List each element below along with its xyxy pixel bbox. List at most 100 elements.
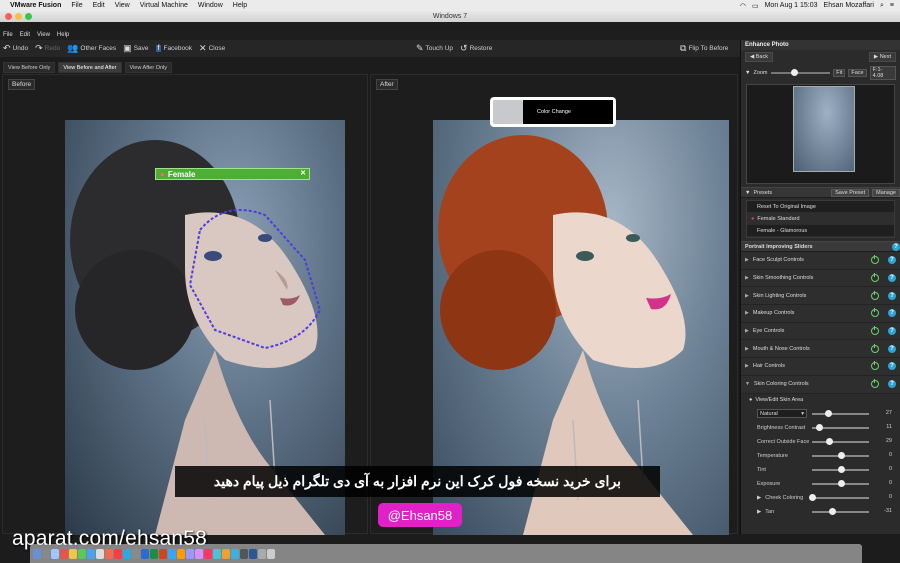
restore-button[interactable]: ↺ Restore [460, 43, 492, 54]
help-icon[interactable]: ? [888, 362, 896, 371]
settings-icon[interactable] [132, 548, 140, 559]
app-menu-view[interactable]: View [37, 32, 50, 38]
premiere-icon[interactable] [186, 548, 194, 559]
chrome-icon[interactable] [60, 548, 68, 559]
zoom-window-icon[interactable] [25, 13, 32, 20]
clock[interactable]: Mon Aug 1 15:03 [765, 2, 818, 9]
collapse-icon[interactable]: ▼ [745, 70, 750, 76]
menu-edit[interactable]: Edit [93, 2, 105, 9]
help-icon[interactable]: ? [888, 344, 896, 353]
slider-track[interactable] [812, 440, 869, 443]
flip-to-before-button[interactable]: ⧉ Flip To Before [680, 43, 728, 54]
vlc-icon[interactable] [222, 548, 230, 559]
terminal-icon[interactable] [240, 548, 248, 559]
music-icon[interactable] [114, 548, 122, 559]
collapse-icon[interactable]: ▼ [745, 190, 750, 196]
menu-file[interactable]: File [71, 2, 82, 9]
zoom-slider-knob[interactable] [790, 69, 798, 76]
messages-icon[interactable] [78, 548, 86, 559]
help-icon[interactable]: ? [888, 327, 896, 336]
photos-icon[interactable] [105, 548, 113, 559]
slider-knob[interactable] [815, 423, 823, 431]
control-row[interactable]: ▶ Skin Lighting Controls? [741, 287, 900, 306]
slider-track[interactable] [812, 510, 869, 513]
power-icon[interactable] [871, 326, 879, 336]
slider-knob[interactable] [837, 479, 845, 487]
powerpoint-icon[interactable] [159, 548, 167, 559]
fit-button[interactable]: Fit [833, 69, 846, 77]
minimize-window-icon[interactable] [15, 13, 22, 20]
launchpad-icon[interactable] [42, 548, 50, 559]
photoshop-icon[interactable] [168, 548, 176, 559]
skin-mode-select[interactable]: Natural ▾ [757, 409, 807, 418]
illustrator-icon[interactable] [177, 548, 185, 559]
redo-button[interactable]: ↷ Redo [35, 43, 60, 54]
next-button[interactable]: ▶ Next [868, 52, 896, 62]
face-button[interactable]: Face [848, 69, 867, 77]
preset-item[interactable]: ● Female Standard [747, 213, 894, 225]
control-row[interactable]: ▶ Makeup Controls? [741, 305, 900, 323]
list-icon[interactable]: ≡ [890, 2, 894, 9]
mail-icon[interactable] [87, 548, 95, 559]
menu-help[interactable]: Help [233, 2, 247, 9]
help-icon[interactable]: ? [888, 291, 896, 300]
save-button[interactable]: ▣ Save [123, 43, 148, 54]
telegram-icon[interactable] [231, 548, 239, 559]
zoom-slider[interactable] [770, 69, 831, 76]
chevron-right-icon[interactable]: ▶ [745, 363, 749, 369]
trash-icon[interactable] [267, 548, 275, 559]
chevron-down-icon[interactable]: ▼ [745, 381, 750, 387]
color-swatch[interactable] [493, 100, 523, 124]
help-icon[interactable]: ? [888, 274, 896, 283]
power-icon[interactable] [871, 343, 879, 353]
word-icon[interactable] [141, 548, 149, 559]
save-preset-button[interactable]: Save Preset [831, 188, 870, 197]
close-window-icon[interactable] [5, 13, 12, 20]
chevron-right-icon[interactable]: ▶ [745, 275, 749, 281]
control-row[interactable]: ▶ Face Sculpt Controls? [741, 252, 900, 270]
notes-icon[interactable] [69, 548, 77, 559]
chevron-right-icon[interactable]: ▶ [757, 495, 761, 501]
chevron-right-icon[interactable]: ▶ [745, 346, 749, 352]
slider-knob[interactable] [809, 493, 816, 501]
app-menu-file[interactable]: File [3, 32, 13, 38]
touch-up-button[interactable]: ✎ Touch Up [416, 43, 453, 54]
control-row[interactable]: ▶ Eye Controls? [741, 322, 900, 341]
slider-knob[interactable] [837, 465, 845, 473]
help-icon[interactable]: ? [892, 242, 900, 251]
slider-knob[interactable] [837, 451, 845, 459]
chevron-right-icon[interactable]: ▶ [745, 328, 749, 334]
close-button[interactable]: ✕ Close [199, 43, 225, 54]
chevron-right-icon[interactable]: ▶ [745, 257, 749, 263]
downloads-folder-icon[interactable] [258, 548, 266, 559]
control-row[interactable]: ▶ Mouth & Nose Controls? [741, 340, 900, 359]
power-icon[interactable] [871, 255, 879, 265]
power-icon[interactable] [871, 379, 879, 389]
vmware-icon[interactable] [249, 548, 257, 559]
facebook-button[interactable]: f Facebook [155, 45, 192, 52]
chevron-right-icon[interactable]: ▶ [745, 293, 749, 299]
indesign-icon[interactable] [204, 548, 212, 559]
chevron-right-icon[interactable]: ▶ [757, 509, 761, 515]
tab-view-after-only[interactable]: View After Only [124, 62, 173, 73]
menu-virtual-machine[interactable]: Virtual Machine [140, 2, 188, 9]
app-menu-help[interactable]: Help [57, 32, 69, 38]
tab-view-before-only[interactable]: View Before Only [3, 62, 56, 73]
menu-app[interactable]: VMware Fusion [10, 2, 61, 9]
slider-track[interactable] [812, 412, 869, 415]
menu-view[interactable]: View [115, 2, 130, 9]
help-icon[interactable]: ? [888, 309, 896, 318]
manage-button[interactable]: Manage [872, 188, 900, 197]
control-row[interactable]: ▶ Skin Smoothing Controls? [741, 269, 900, 288]
help-icon[interactable]: ? [888, 380, 896, 389]
excel-icon[interactable] [150, 548, 158, 559]
help-icon[interactable]: ? [888, 256, 896, 265]
zoom-level-field[interactable]: F:1-4.08 [869, 66, 896, 80]
lightroom-icon[interactable] [213, 548, 221, 559]
power-icon[interactable] [871, 308, 879, 318]
preview-thumbnail[interactable] [793, 86, 855, 172]
slider-track[interactable] [812, 496, 869, 499]
control-row[interactable]: ▶ Hair Controls? [741, 358, 900, 376]
wifi-icon[interactable]: ◠ [740, 2, 746, 10]
slider-knob[interactable] [826, 437, 834, 445]
